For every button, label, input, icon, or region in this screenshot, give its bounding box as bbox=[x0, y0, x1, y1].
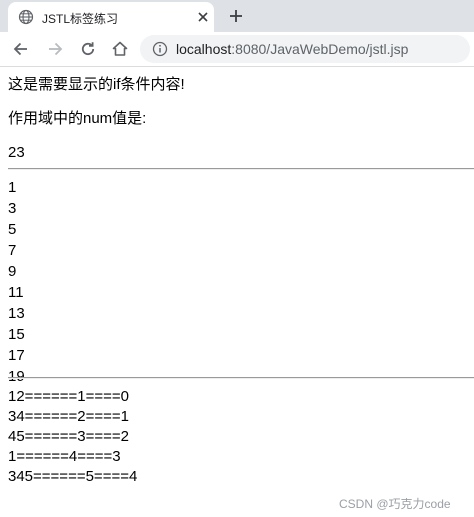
browser-toolbar: localhost:8080/JavaWebDemo/jstl.jsp bbox=[0, 32, 474, 67]
list-item: 5 bbox=[8, 221, 17, 238]
list-item: 7 bbox=[8, 242, 17, 259]
address-bar[interactable]: localhost:8080/JavaWebDemo/jstl.jsp bbox=[140, 35, 470, 63]
home-icon[interactable] bbox=[111, 40, 129, 58]
foreach-row: 34======2====1 bbox=[8, 408, 129, 425]
num-value: 23 bbox=[8, 144, 25, 161]
watermark: CSDN @巧克力code bbox=[339, 497, 451, 511]
url-path: :8080/JavaWebDemo/jstl.jsp bbox=[231, 41, 409, 57]
new-tab-plus-icon[interactable] bbox=[226, 6, 246, 26]
list-item: 1 bbox=[8, 179, 17, 196]
list-item: 17 bbox=[8, 347, 25, 364]
list-item: 9 bbox=[8, 263, 17, 280]
close-icon[interactable] bbox=[195, 9, 211, 25]
foreach-row: 12======1====0 bbox=[8, 388, 129, 405]
tab-strip: JSTL标签练习 bbox=[0, 0, 474, 32]
list-item: 3 bbox=[8, 200, 17, 217]
globe-icon bbox=[18, 9, 34, 25]
list-item: 11 bbox=[8, 284, 24, 301]
forward-arrow-icon[interactable] bbox=[46, 40, 64, 58]
if-message: 这是需要显示的if条件内容! bbox=[8, 76, 185, 93]
foreach-row: 345======5====4 bbox=[8, 468, 138, 485]
url-text[interactable]: localhost:8080/JavaWebDemo/jstl.jsp bbox=[176, 41, 408, 57]
reload-icon[interactable] bbox=[79, 40, 97, 58]
foreach-row: 45======3====2 bbox=[8, 428, 129, 445]
url-host: localhost bbox=[176, 41, 232, 57]
list-item: 15 bbox=[8, 326, 25, 343]
list-item: 13 bbox=[8, 305, 25, 322]
info-icon[interactable] bbox=[152, 41, 168, 57]
foreach-row: 1======4====3 bbox=[8, 448, 121, 465]
browser-tab[interactable]: JSTL标签练习 bbox=[8, 2, 214, 32]
divider bbox=[8, 168, 474, 170]
divider bbox=[8, 377, 474, 379]
tab-title: JSTL标签练习 bbox=[42, 12, 119, 26]
num-label: 作用域中的num值是: bbox=[8, 110, 147, 127]
back-arrow-icon[interactable] bbox=[12, 40, 30, 58]
